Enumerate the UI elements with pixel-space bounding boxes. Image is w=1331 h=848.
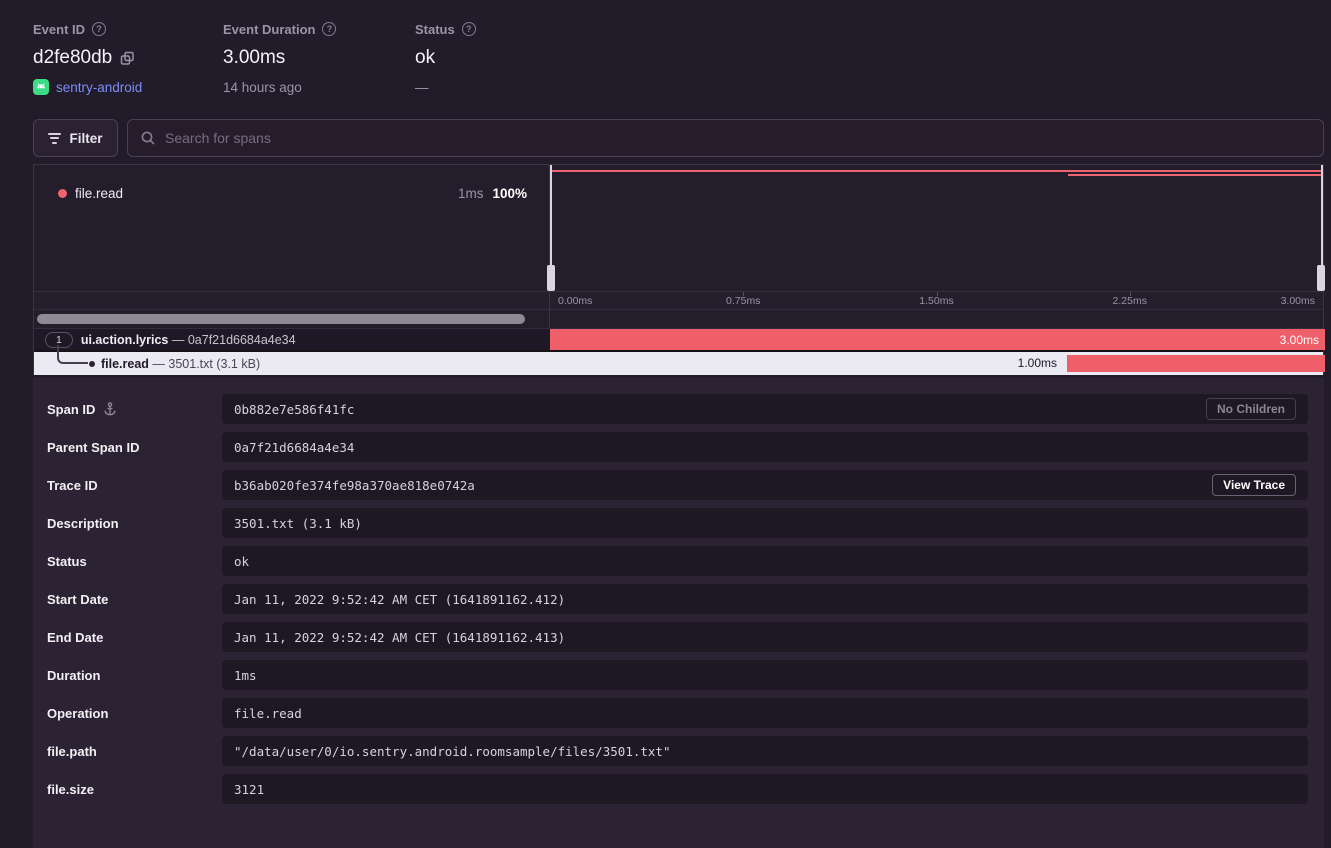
span-op: file.read (101, 357, 149, 371)
detail-row-file-path: file.path "/data/user/0/io.sentry.androi… (47, 736, 1324, 766)
detail-value: ok (234, 554, 249, 569)
android-icon (33, 79, 49, 95)
span-row-file-read-selected[interactable]: file.read — 3501.txt (3.1 kB) 1.00ms (34, 352, 1323, 375)
minimap-right-handle[interactable] (1321, 165, 1323, 291)
span-duration-bar[interactable]: 3.00ms (550, 329, 1325, 350)
span-duration-bar[interactable] (1067, 355, 1325, 372)
operation-color-dot (58, 189, 67, 198)
tree-connector-dot (89, 361, 95, 367)
filter-button-label: Filter (69, 131, 102, 146)
detail-label: Operation (47, 706, 108, 721)
minimap-span-bar-1 (550, 170, 1323, 172)
scrollbar-thumb[interactable] (37, 314, 525, 324)
trace-view: file.read 1ms 100% 0.00ms 0.75ms 1.50ms … (33, 164, 1324, 375)
span-search[interactable] (127, 119, 1324, 157)
detail-value: 1ms (234, 668, 257, 683)
detail-label: file.size (47, 782, 94, 797)
view-trace-button[interactable]: View Trace (1212, 474, 1296, 496)
copy-icon[interactable] (120, 51, 135, 66)
detail-row-parent-span-id: Parent Span ID 0a7f21d6684a4e34 (47, 432, 1324, 462)
search-icon (140, 130, 156, 146)
minimap-span-bar-2 (1068, 174, 1323, 176)
project-link[interactable]: sentry-android (56, 80, 142, 95)
help-icon[interactable]: ? (92, 22, 106, 36)
detail-value: 3501.txt (3.1 kB) (234, 516, 362, 531)
span-tree-scrollbar (34, 309, 1323, 329)
span-duration-label: 1.00ms (1018, 352, 1057, 375)
operations-breakdown-panel: file.read 1ms 100% (34, 165, 550, 291)
event-time-ago: 14 hours ago (223, 80, 302, 95)
event-header: Event ID ? d2fe80db s (33, 20, 476, 96)
axis-tick: 0.75ms (726, 292, 760, 310)
span-suffix: — 0a7f21d6684a4e34 (172, 333, 296, 347)
detail-value: 0b882e7e586f41fc (234, 402, 354, 417)
detail-row-end-date: End Date Jan 11, 2022 9:52:42 AM CET (16… (47, 622, 1324, 652)
axis-tick: 2.25ms (1113, 292, 1147, 310)
anchor-icon[interactable] (103, 402, 117, 416)
no-children-button: No Children (1206, 398, 1296, 420)
span-row-ui-action-lyrics[interactable]: 1 ui.action.lyrics — 0a7f21d6684a4e34 3.… (34, 329, 1323, 352)
detail-label: Status (47, 554, 87, 569)
detail-value: Jan 11, 2022 9:52:42 AM CET (1641891162.… (234, 630, 565, 645)
span-suffix: — 3501.txt (3.1 kB) (152, 357, 260, 371)
search-input[interactable] (165, 130, 1311, 146)
event-id-value: d2fe80db (33, 47, 112, 69)
status-label: Status (415, 22, 455, 37)
spans-toolbar: Filter (33, 119, 1324, 157)
operation-name: file.read (75, 186, 123, 201)
detail-row-span-id: Span ID 0b882e7e586f41fc No Children (47, 394, 1324, 424)
detail-row-trace-id: Trace ID b36ab020fe374fe98a370ae818e0742… (47, 470, 1324, 500)
operation-duration: 1ms (458, 186, 484, 201)
operation-percent: 100% (492, 186, 527, 201)
event-id-column: Event ID ? d2fe80db s (33, 20, 223, 96)
axis-tick: 3.00ms (1281, 292, 1315, 310)
detail-row-operation: Operation file.read (47, 698, 1324, 728)
detail-row-start-date: Start Date Jan 11, 2022 9:52:42 AM CET (… (47, 584, 1324, 614)
detail-row-status: Status ok (47, 546, 1324, 576)
detail-value: 3121 (234, 782, 264, 797)
help-icon[interactable]: ? (322, 22, 336, 36)
detail-label: Start Date (47, 592, 108, 607)
detail-label: Parent Span ID (47, 440, 139, 455)
event-id-label: Event ID (33, 22, 85, 37)
detail-value: b36ab020fe374fe98a370ae818e0742a (234, 478, 475, 493)
detail-label: Span ID (47, 402, 95, 417)
detail-value: file.read (234, 706, 302, 721)
tree-connector (57, 349, 88, 364)
span-details-panel: Span ID 0b882e7e586f41fc No Children Par… (33, 378, 1324, 848)
detail-label: Description (47, 516, 119, 531)
axis-tick: 0.00ms (558, 292, 592, 310)
detail-row-file-size: file.size 3121 (47, 774, 1324, 804)
event-duration-value: 3.00ms (223, 47, 285, 69)
legend-item-file-read[interactable]: file.read 1ms 100% (34, 186, 549, 201)
time-axis: 0.00ms 0.75ms 1.50ms 2.25ms 3.00ms (34, 291, 1323, 309)
status-sub: — (415, 80, 429, 95)
status-column: Status ? ok — (415, 20, 476, 96)
detail-label: file.path (47, 744, 97, 759)
minimap-left-handle[interactable] (550, 165, 552, 291)
detail-value: 0a7f21d6684a4e34 (234, 440, 354, 455)
event-duration-label: Event Duration (223, 22, 315, 37)
filter-icon (48, 133, 61, 144)
detail-row-duration: Duration 1ms (47, 660, 1324, 690)
help-icon[interactable]: ? (462, 22, 476, 36)
span-op: ui.action.lyrics (81, 333, 169, 347)
span-duration-label: 3.00ms (1280, 333, 1319, 347)
filter-button[interactable]: Filter (33, 119, 118, 157)
detail-row-description: Description 3501.txt (3.1 kB) (47, 508, 1324, 538)
detail-label: End Date (47, 630, 103, 645)
status-value: ok (415, 47, 435, 69)
axis-tick: 1.50ms (919, 292, 953, 310)
detail-value: "/data/user/0/io.sentry.android.roomsamp… (234, 744, 671, 759)
event-duration-column: Event Duration ? 3.00ms 14 hours ago (223, 20, 415, 96)
detail-label: Duration (47, 668, 100, 683)
detail-label: Trace ID (47, 478, 98, 493)
trace-minimap[interactable] (550, 165, 1323, 291)
detail-value: Jan 11, 2022 9:52:42 AM CET (1641891162.… (234, 592, 565, 607)
